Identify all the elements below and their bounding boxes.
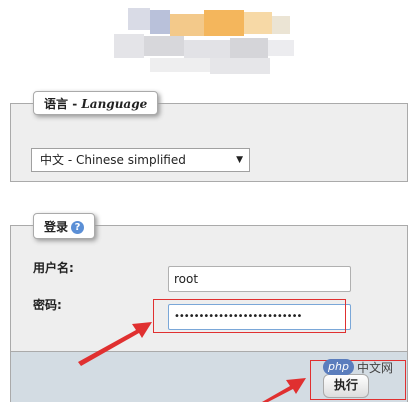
- help-icon[interactable]: ?: [71, 221, 85, 234]
- language-select-value: 中文 - Chinese simplified: [40, 153, 186, 167]
- language-legend: 语言 - Language: [33, 91, 159, 115]
- watermark-text: 中文网: [356, 360, 393, 375]
- login-legend: 登录?: [33, 213, 96, 239]
- watermark-brand: php: [323, 359, 354, 375]
- language-legend-en: Language: [81, 97, 148, 111]
- watermark: php 中文网: [323, 357, 393, 377]
- password-highlight-box: [153, 299, 346, 333]
- password-label: 密码:: [33, 298, 62, 312]
- blurred-logo: [110, 0, 300, 82]
- language-select[interactable]: 中文 - Chinese simplified ▼: [31, 148, 250, 172]
- language-legend-cn: 语言: [44, 97, 69, 111]
- chevron-down-icon: ▼: [236, 155, 243, 165]
- username-field[interactable]: root: [168, 266, 351, 292]
- language-panel: 语言 - Language 中文 - Chinese simplified ▼: [10, 91, 408, 182]
- language-legend-sep: -: [68, 97, 82, 111]
- username-label: 用户名:: [33, 261, 74, 275]
- login-legend-text: 登录: [44, 220, 69, 234]
